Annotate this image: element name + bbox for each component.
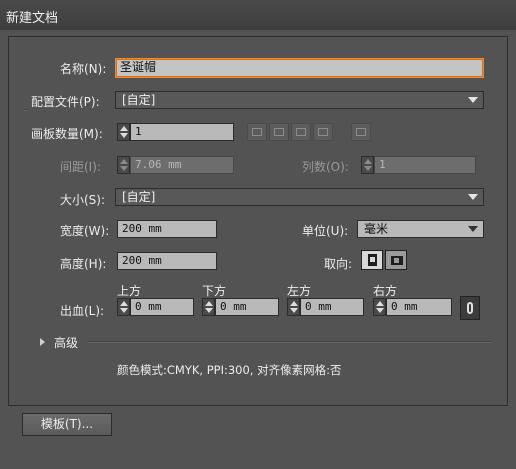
- profile-value: [自定]: [122, 93, 156, 107]
- size-label: 大小(S):: [60, 193, 106, 207]
- stepper-up-icon[interactable]: [120, 159, 128, 164]
- artboards-stepper[interactable]: [117, 123, 130, 141]
- portrait-icon: [368, 254, 377, 266]
- units-select[interactable]: 毫米: [357, 220, 484, 238]
- link-bleed-button[interactable]: [460, 296, 480, 320]
- landscape-icon: [391, 256, 403, 265]
- grid-by-column-icon[interactable]: [269, 123, 289, 141]
- artboards-label: 画板数量(M):: [31, 127, 103, 141]
- spacing-input[interactable]: 7.06 mm: [130, 156, 234, 174]
- document-summary: 颜色模式:CMYK, PPI:300, 对齐像素网格:否: [117, 363, 342, 377]
- profile-select[interactable]: [自定]: [115, 91, 484, 109]
- bleed-top-label: 上方: [117, 284, 142, 298]
- profile-label: 配置文件(P):: [31, 95, 100, 109]
- grid-by-row-icon[interactable]: [247, 123, 267, 141]
- stepper-down-icon[interactable]: [120, 166, 128, 171]
- arrange-by-column-icon[interactable]: [313, 123, 333, 141]
- bleed-right-label: 右方: [373, 284, 398, 298]
- portrait-orientation-button[interactable]: [361, 250, 383, 270]
- height-input[interactable]: 200 mm: [117, 252, 217, 270]
- columns-stepper[interactable]: [361, 156, 374, 174]
- stepper-up-icon[interactable]: [120, 301, 128, 306]
- chevron-down-icon: [468, 194, 478, 200]
- chevron-down-icon: [468, 226, 478, 232]
- stepper-down-icon[interactable]: [120, 133, 128, 138]
- bleed-label: 出血(L):: [60, 304, 105, 318]
- bleed-left-label: 左方: [287, 284, 312, 298]
- bleed-bottom-label: 下方: [202, 284, 227, 298]
- size-select[interactable]: [自定]: [115, 188, 484, 206]
- height-label: 高度(H):: [60, 257, 107, 271]
- chevron-down-icon: [468, 97, 478, 103]
- columns-input[interactable]: 1: [374, 156, 476, 174]
- spacing-label: 间距(I):: [60, 160, 101, 174]
- spacing-stepper[interactable]: [117, 156, 130, 174]
- bleed-top-stepper[interactable]: [117, 298, 130, 316]
- templates-button[interactable]: 模板(T)...: [22, 413, 112, 436]
- bleed-right-input[interactable]: 0 mm: [386, 298, 452, 316]
- new-document-dialog: 名称(N): 圣诞帽 配置文件(P): [自定] 画板数量(M): 1 间距(I…: [8, 36, 508, 406]
- columns-label: 列数(O):: [302, 160, 349, 174]
- landscape-orientation-button[interactable]: [385, 250, 407, 270]
- stepper-down-icon[interactable]: [290, 308, 298, 313]
- stepper-down-icon[interactable]: [376, 308, 384, 313]
- title-bar: 新建文档: [0, 0, 516, 30]
- chain-link-icon: [467, 302, 473, 314]
- stepper-up-icon[interactable]: [120, 126, 128, 131]
- disclosure-triangle-icon[interactable]: [40, 338, 45, 346]
- stepper-down-icon[interactable]: [205, 308, 213, 313]
- bleed-left-stepper[interactable]: [287, 298, 300, 316]
- orientation-label: 取向:: [324, 257, 353, 271]
- advanced-divider: [87, 341, 491, 343]
- units-value: 毫米: [364, 222, 389, 236]
- arrange-by-row-icon[interactable]: [291, 123, 311, 141]
- window-title: 新建文档: [6, 11, 59, 26]
- stepper-up-icon[interactable]: [364, 159, 372, 164]
- bleed-top-input[interactable]: 0 mm: [130, 298, 194, 316]
- group-line: [23, 109, 27, 111]
- name-label: 名称(N):: [60, 62, 107, 76]
- advanced-toggle[interactable]: 高级: [54, 334, 78, 351]
- stepper-up-icon[interactable]: [376, 301, 384, 306]
- stepper-up-icon[interactable]: [290, 301, 298, 306]
- stepper-down-icon[interactable]: [364, 166, 372, 171]
- name-input[interactable]: 圣诞帽: [115, 58, 484, 78]
- bleed-bottom-input[interactable]: 0 mm: [215, 298, 279, 316]
- bleed-bottom-stepper[interactable]: [202, 298, 215, 316]
- artboards-input[interactable]: 1: [130, 123, 234, 141]
- bleed-right-stepper[interactable]: [373, 298, 386, 316]
- width-label: 宽度(W):: [60, 224, 110, 238]
- size-value: [自定]: [122, 190, 156, 204]
- width-input[interactable]: 200 mm: [117, 220, 217, 238]
- stepper-up-icon[interactable]: [205, 301, 213, 306]
- stepper-down-icon[interactable]: [120, 308, 128, 313]
- right-to-left-icon[interactable]: [351, 123, 371, 141]
- units-label: 单位(U):: [302, 224, 349, 238]
- bleed-left-input[interactable]: 0 mm: [300, 298, 364, 316]
